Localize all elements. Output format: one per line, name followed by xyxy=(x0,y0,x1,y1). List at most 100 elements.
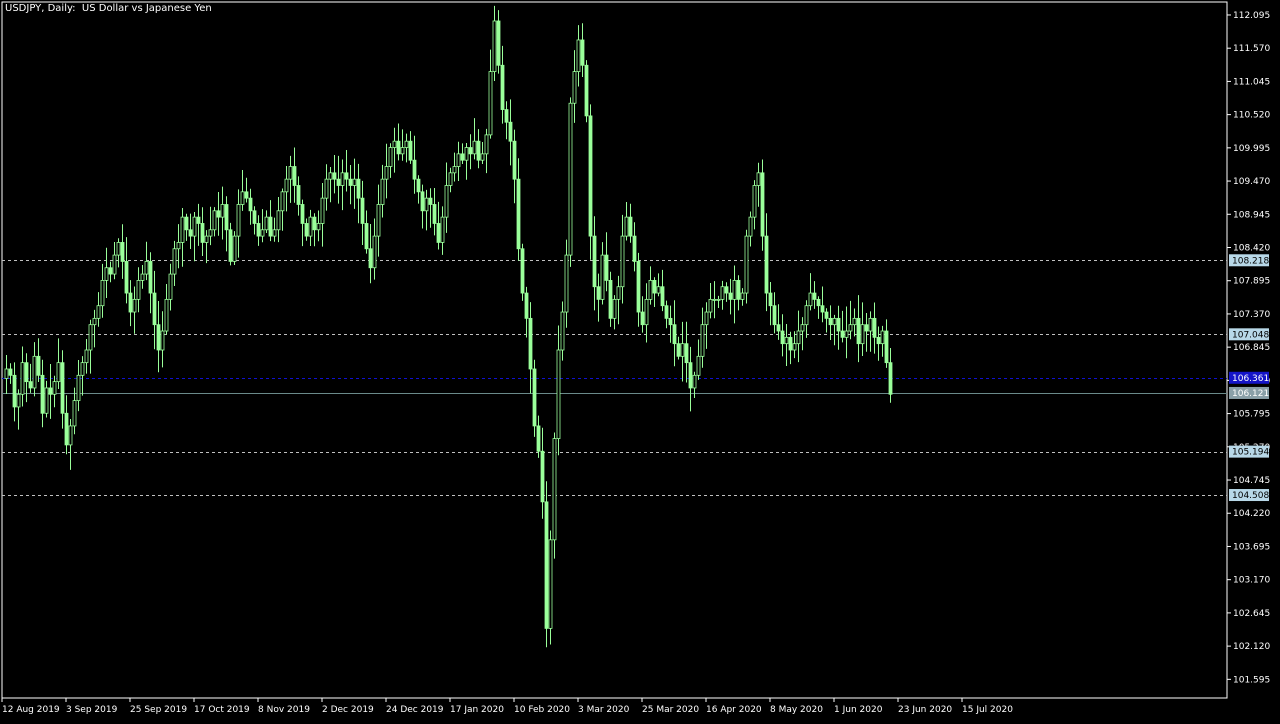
candle-body xyxy=(692,374,697,389)
candle-body xyxy=(320,197,325,224)
candle-body xyxy=(852,317,857,326)
candle-body xyxy=(476,140,481,161)
candle-body xyxy=(872,317,877,338)
candle-body xyxy=(408,140,413,161)
candle-body xyxy=(260,229,265,237)
candle-body xyxy=(608,279,613,319)
candle-body xyxy=(296,185,301,205)
candle-body xyxy=(688,362,693,389)
candle-body xyxy=(796,330,801,345)
y-tick-label: 102.120 xyxy=(1233,642,1270,652)
candle-body xyxy=(516,178,521,250)
candle-body xyxy=(520,248,525,294)
candle-body xyxy=(180,216,185,243)
x-tick-label: 8 Nov 2019 xyxy=(258,705,310,715)
y-tick-label: 101.595 xyxy=(1233,675,1270,685)
x-tick-label: 12 Aug 2019 xyxy=(2,705,60,715)
candle-body xyxy=(880,330,885,345)
candle-body xyxy=(612,298,617,319)
candle-body xyxy=(844,330,849,338)
candle-body xyxy=(724,286,729,294)
candle-body xyxy=(188,229,193,237)
x-tick-label: 17 Oct 2019 xyxy=(194,705,250,715)
candle-body xyxy=(44,387,49,414)
x-tick-label: 24 Dec 2019 xyxy=(386,705,444,715)
candle-body xyxy=(636,261,641,313)
candle-body xyxy=(372,235,377,269)
y-tick-label: 111.045 xyxy=(1233,77,1270,87)
candle-body xyxy=(572,71,577,104)
candle-body xyxy=(200,223,205,243)
candle-body xyxy=(544,501,549,629)
candle-body xyxy=(360,197,365,224)
candle-body xyxy=(660,286,665,307)
candle-body xyxy=(456,153,461,167)
candle-body xyxy=(212,210,217,231)
candle-body xyxy=(772,305,777,326)
candle-body xyxy=(392,140,397,148)
candle-body xyxy=(648,279,653,300)
candle-body xyxy=(300,204,305,224)
chart-window[interactable]: 112.095 111.570 111.045 110.520 109.995 109.4… xyxy=(0,0,1280,720)
candle-body xyxy=(680,343,685,357)
candle-body xyxy=(416,178,421,193)
candle-body xyxy=(792,343,797,351)
candle-body xyxy=(432,204,437,224)
y-tick-label: 106.845 xyxy=(1233,343,1270,353)
candle-body xyxy=(104,267,109,281)
candle-body xyxy=(452,166,457,174)
candle-body xyxy=(668,317,673,326)
candle-body xyxy=(876,336,881,345)
candle-body xyxy=(324,178,329,199)
y-tick-label: 112.095 xyxy=(1233,11,1270,21)
candle-body xyxy=(4,368,9,379)
y-tick-label: 110.520 xyxy=(1233,111,1270,121)
candle-body xyxy=(404,140,409,148)
price-axis: 112.095 111.570 111.045 110.520 109.995 109.4… xyxy=(1227,11,1270,685)
x-tick-label: 17 Jan 2020 xyxy=(450,705,504,715)
candle-body xyxy=(244,191,249,199)
candle-body xyxy=(468,147,473,155)
candle-body xyxy=(36,355,41,376)
candle-body xyxy=(76,374,81,402)
candle-body xyxy=(28,381,33,389)
candle-body xyxy=(308,216,313,237)
candle-body xyxy=(440,216,445,243)
candle-body xyxy=(820,305,825,313)
level-label-support-1: 105.194 xyxy=(1232,448,1269,458)
candle-body xyxy=(252,210,257,224)
x-tick-label: 16 Apr 2020 xyxy=(706,705,762,715)
candle-body xyxy=(732,279,737,300)
candle-body xyxy=(460,153,465,161)
candle-body xyxy=(108,267,113,275)
candle-body xyxy=(436,223,441,243)
candle-body xyxy=(812,292,817,300)
candle-body xyxy=(684,343,689,364)
candle-body xyxy=(156,324,161,351)
candle-body xyxy=(120,242,125,262)
candle-body xyxy=(24,362,29,383)
candle-body xyxy=(616,286,621,300)
candlestick-chart[interactable]: 112.095 111.570 111.045 110.520 109.995 109.4… xyxy=(0,0,1280,720)
candle-body xyxy=(768,292,773,307)
x-tick-label: 10 Feb 2020 xyxy=(514,705,570,715)
candle-body xyxy=(600,254,605,300)
candle-body xyxy=(264,216,269,231)
y-tick-label: 102.645 xyxy=(1233,609,1270,619)
candle-body xyxy=(160,330,165,351)
candle-body xyxy=(704,311,709,326)
candle-body xyxy=(828,317,833,326)
candle-body xyxy=(500,64,505,110)
candle-body xyxy=(604,254,609,281)
y-tick-label: 111.570 xyxy=(1233,44,1270,54)
candle-body xyxy=(740,292,745,300)
candle-body xyxy=(780,330,785,345)
candle-body xyxy=(288,166,293,180)
level-label-support-2: 104.508 xyxy=(1232,491,1269,501)
y-tick-label: 103.695 xyxy=(1233,542,1270,552)
candle-body xyxy=(96,305,101,319)
candle-body xyxy=(148,261,153,294)
candle-body xyxy=(464,147,469,161)
candle-body xyxy=(564,254,569,313)
candle-body xyxy=(480,153,485,161)
